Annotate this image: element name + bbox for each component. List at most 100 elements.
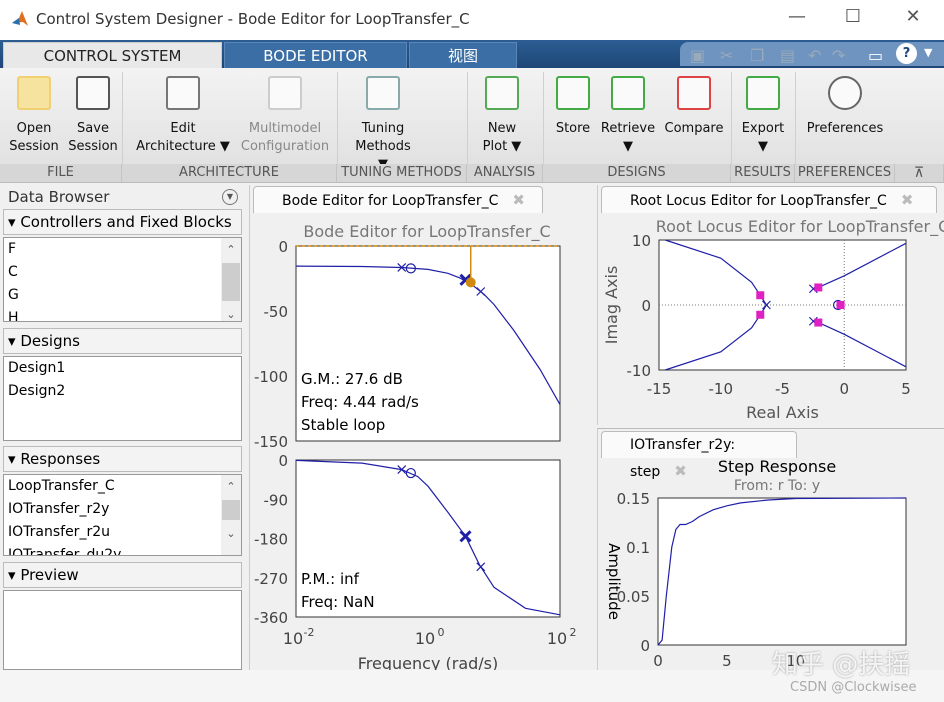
title-bar: Control System Designer - Bode Editor fo… bbox=[0, 0, 944, 40]
button-label: Session bbox=[68, 139, 118, 154]
button-label: Architecture ▼ bbox=[136, 139, 230, 154]
section-controllers[interactable]: ▾ Controllers and Fixed Blocks bbox=[3, 209, 242, 235]
y-tick-label: 0 bbox=[640, 637, 650, 655]
help-icon[interactable]: ? bbox=[896, 43, 917, 64]
compare-icon bbox=[677, 76, 711, 110]
multimodel-button[interactable]: Multimodel Configuration bbox=[240, 76, 330, 156]
window-title: Control System Designer - Bode Editor fo… bbox=[36, 10, 470, 28]
list-item[interactable]: IOTransfer_du2y bbox=[8, 544, 241, 555]
list-item[interactable]: LoopTransfer_C bbox=[8, 475, 241, 498]
list-item[interactable]: IOTransfer_r2u bbox=[8, 521, 241, 544]
button-label: Compare bbox=[664, 121, 724, 136]
tab-bode-editor[interactable]: BODE EDITOR bbox=[224, 42, 407, 68]
list-item[interactable]: Design2 bbox=[8, 380, 241, 403]
y-axis-label: Amplitude bbox=[605, 543, 623, 620]
gear-icon bbox=[828, 76, 862, 110]
x-tick-label: 0 bbox=[653, 652, 663, 670]
tuning-button[interactable]: TuningMethods ▼ bbox=[350, 76, 416, 174]
y-tick-label: 0.1 bbox=[626, 539, 650, 557]
list-item[interactable]: IOTransfer_r2y bbox=[8, 498, 241, 521]
retrieve-button[interactable]: Retrieve ▼ bbox=[600, 76, 656, 156]
section-preview[interactable]: ▾ Preview bbox=[3, 562, 242, 588]
floppy-button[interactable]: Save Session bbox=[66, 76, 120, 156]
list-item[interactable]: C bbox=[8, 261, 241, 284]
close-icon[interactable]: ✖ bbox=[512, 191, 525, 209]
phase-margin-text: P.M.: inf bbox=[301, 570, 360, 588]
tab-view[interactable]: 视图 bbox=[409, 42, 517, 68]
new-plot-button[interactable]: New Plot ▼ bbox=[478, 76, 526, 156]
section-responses[interactable]: ▾ Responses bbox=[3, 446, 242, 472]
folder-button[interactable]: Open Session bbox=[6, 76, 62, 156]
designs-list: Design1 Design2 bbox=[3, 356, 242, 441]
freq-tick-exponent: -2 bbox=[304, 626, 315, 639]
chevron-down-icon[interactable]: ▼ bbox=[924, 46, 932, 59]
closed-loop-pole-marker bbox=[756, 291, 765, 300]
button-label: Tuning bbox=[361, 121, 405, 136]
list-item[interactable]: F bbox=[8, 238, 241, 261]
collapse-ribbon-button[interactable]: ⊼ bbox=[895, 164, 944, 182]
step-response-plot[interactable]: Step ResponseFrom: r To: y0.150.10.0500 5… bbox=[597, 456, 944, 670]
cut-icon[interactable]: ✂ bbox=[720, 46, 733, 65]
x-tick-label: -15 bbox=[647, 380, 672, 398]
controllers-list: F C G H ⌃ ⌄ bbox=[3, 237, 242, 322]
tab-step-doc[interactable]: IOTransfer_r2y: step ✖ bbox=[601, 431, 797, 480]
button-label: Edit bbox=[170, 121, 196, 136]
close-icon[interactable]: ✖ bbox=[901, 191, 914, 209]
zhihu-watermark: 知乎 @扶摇 bbox=[772, 650, 911, 680]
tab-label: Root Locus Editor for LoopTransfer_C bbox=[630, 193, 887, 209]
section-label-analysis: ANALYSIS bbox=[467, 164, 543, 182]
root-locus-title: Root Locus Editor for LoopTransfer_C bbox=[656, 217, 944, 237]
gain-margin-marker bbox=[465, 277, 476, 288]
divider bbox=[795, 72, 796, 164]
section-label-results: RESULTS bbox=[731, 164, 795, 182]
mag-tick-label: -150 bbox=[254, 433, 288, 451]
gain-margin-freq-text: Freq: 4.44 rad/s bbox=[301, 393, 419, 411]
gear-button[interactable]: Preferences bbox=[804, 76, 886, 138]
compare-button[interactable]: Compare bbox=[664, 76, 724, 138]
x-axis-label: Real Axis bbox=[746, 403, 819, 422]
x-tick-label: 5 bbox=[722, 652, 732, 670]
export-button[interactable]: Export ▼ bbox=[734, 76, 792, 156]
freq-tick-exponent: 2 bbox=[570, 626, 577, 639]
layout-icon[interactable]: ▭ bbox=[868, 46, 883, 65]
redo-icon[interactable]: ↷ bbox=[832, 46, 845, 65]
divider bbox=[731, 72, 732, 164]
save-icon[interactable]: ▣ bbox=[690, 46, 705, 65]
retrieve-icon bbox=[611, 76, 645, 110]
store-button[interactable]: Store bbox=[550, 76, 596, 138]
copy-icon[interactable]: ❐ bbox=[750, 46, 764, 65]
paste-icon[interactable]: ▤ bbox=[780, 46, 795, 65]
section-designs[interactable]: ▾ Designs bbox=[3, 328, 242, 354]
button-label: Multimodel bbox=[248, 121, 322, 136]
x-tick-label: 5 bbox=[901, 380, 911, 398]
scrollbar[interactable]: ⌃ ⌄ bbox=[221, 238, 241, 321]
root-locus-plot[interactable]: Root Locus Editor for LoopTransfer_C-15-… bbox=[597, 212, 944, 425]
bode-plot[interactable]: Bode Editor for LoopTransfer_C 0 -50 -100 -1… bbox=[249, 212, 595, 670]
data-browser-panel: Data Browser ▼ ▾ Controllers and Fixed B… bbox=[0, 185, 245, 670]
list-item[interactable]: H bbox=[8, 307, 241, 321]
closed-loop-pole-marker bbox=[756, 310, 765, 319]
maximize-button[interactable]: ☐ bbox=[838, 6, 868, 27]
divider bbox=[122, 72, 123, 164]
undo-icon[interactable]: ↶ bbox=[808, 46, 821, 65]
divider bbox=[337, 72, 338, 164]
architecture-button[interactable]: Edit Architecture ▼ bbox=[130, 76, 236, 156]
y-tick-label: 0.15 bbox=[617, 490, 650, 508]
tab-root-locus-doc[interactable]: Root Locus Editor for LoopTransfer_C ✖ bbox=[601, 186, 937, 213]
button-label: New bbox=[487, 121, 517, 136]
preview-area bbox=[3, 590, 242, 670]
section-label: Responses bbox=[20, 450, 101, 468]
list-item[interactable]: Design1 bbox=[8, 357, 241, 380]
section-label-designs: DESIGNS bbox=[543, 164, 731, 182]
quick-access-toolbar: ▣ ✂ ❐ ▤ ↶ ↷ ▭ ? ▼ bbox=[680, 42, 944, 66]
panel-menu-icon[interactable]: ▼ bbox=[222, 189, 238, 205]
list-item[interactable]: G bbox=[8, 284, 241, 307]
minimize-button[interactable]: — bbox=[782, 6, 812, 27]
multimodel-icon bbox=[268, 76, 302, 110]
closed-loop-pole-marker bbox=[814, 318, 823, 327]
button-label: Configuration bbox=[240, 139, 330, 154]
tab-bode-editor-doc[interactable]: Bode Editor for LoopTransfer_C ✖ bbox=[253, 186, 543, 213]
close-button[interactable]: ✕ bbox=[898, 6, 928, 27]
tab-control-system[interactable]: CONTROL SYSTEM bbox=[3, 42, 222, 68]
scrollbar[interactable]: ⌃ ⌄ bbox=[221, 475, 241, 555]
